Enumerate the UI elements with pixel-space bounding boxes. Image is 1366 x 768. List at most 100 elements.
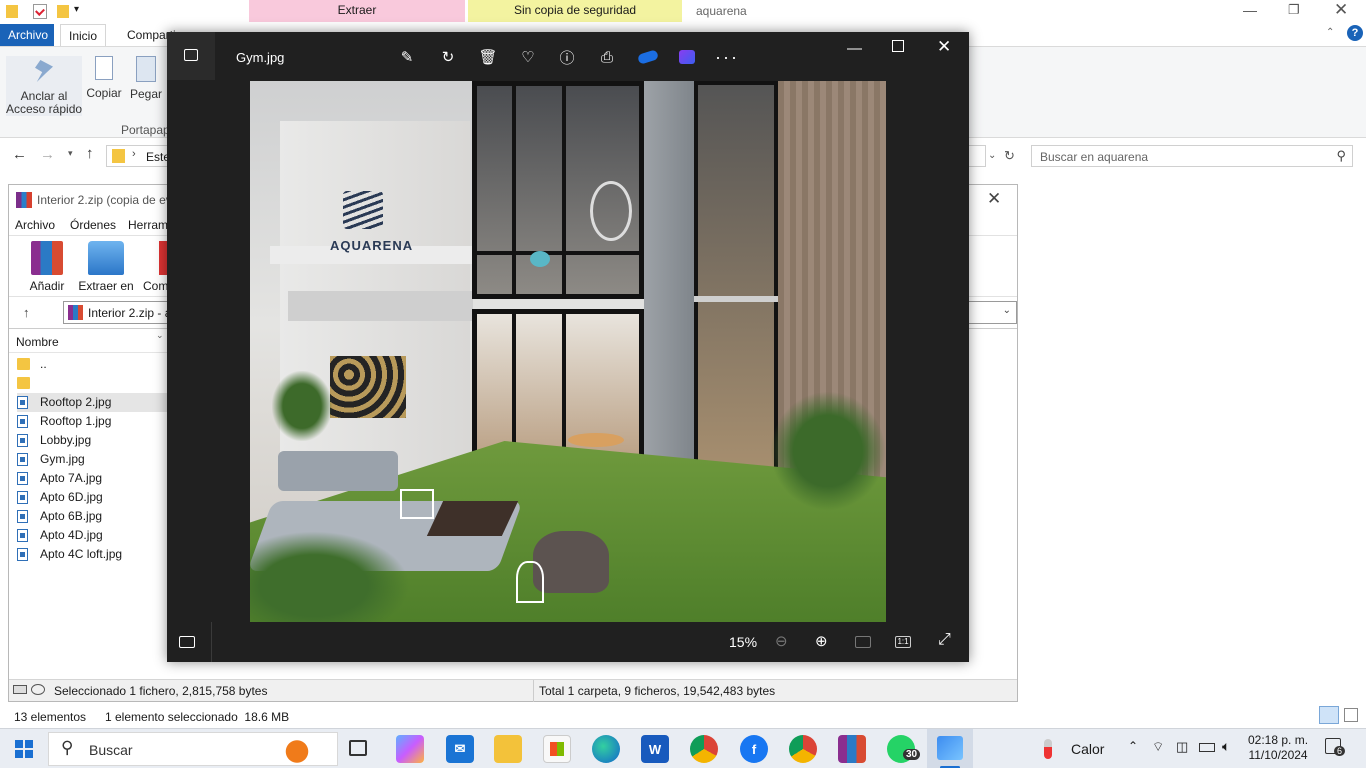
list-item[interactable]: Apto 4C loft.jpg xyxy=(17,545,167,564)
actual-size-icon[interactable]: 1:1 xyxy=(895,636,911,648)
recent-dropdown-icon[interactable]: ▾ xyxy=(68,148,73,159)
close-button[interactable]: ✕ xyxy=(987,189,1001,209)
menu-herramientas[interactable]: Herram xyxy=(128,218,168,232)
fit-to-window-icon[interactable] xyxy=(855,636,871,648)
maximize-button[interactable] xyxy=(892,40,904,52)
list-item[interactable]: Rooftop 2.jpg xyxy=(17,393,167,412)
winrar-title: Interior 2.zip (copia de ev xyxy=(37,193,172,207)
list-item-parent[interactable]: .. xyxy=(17,355,167,374)
winrar-taskbar-icon[interactable] xyxy=(838,735,866,763)
taskbar: ⚲ Buscar ✉ W f 30 Calor ⌃ ⌔ ◫ 🔈︎ 02:18 p… xyxy=(0,728,1366,768)
battery-icon[interactable] xyxy=(1199,743,1215,752)
temperature-icon[interactable] xyxy=(1044,739,1052,759)
edge-icon[interactable] xyxy=(592,735,620,763)
mail-icon[interactable]: ✉ xyxy=(446,735,474,763)
up-one-level-icon[interactable]: ↑ xyxy=(23,305,30,320)
help-icon[interactable]: ? xyxy=(1347,25,1363,41)
clock[interactable]: 02:18 p. m. 11/10/2024 xyxy=(1248,733,1308,763)
search-input[interactable]: Buscar en aquarena ⚲ xyxy=(1031,145,1353,167)
favorite-icon[interactable]: ♡ xyxy=(517,46,539,68)
halloween-pumpkin-icon xyxy=(279,735,315,765)
pin-quick-access-button[interactable]: Anclar al Acceso rápido xyxy=(6,56,82,116)
large-icons-view-icon[interactable] xyxy=(1344,708,1358,722)
print-icon[interactable]: ⎙ xyxy=(596,46,618,68)
tab-inicio[interactable]: Inicio xyxy=(60,24,107,46)
close-button[interactable]: ✕ xyxy=(937,37,951,57)
edit-icon[interactable]: ✎ xyxy=(396,46,418,68)
list-item[interactable]: Lobby.jpg xyxy=(17,431,167,450)
facebook-icon[interactable]: f xyxy=(740,735,768,763)
back-icon[interactable]: ← xyxy=(12,146,27,163)
meet-now-icon[interactable]: ◫ xyxy=(1176,739,1188,755)
folder-icon[interactable] xyxy=(6,5,18,18)
word-icon[interactable]: W xyxy=(641,735,669,763)
list-item[interactable]: Apto 6B.jpg xyxy=(17,507,167,526)
photos-taskbar-active[interactable] xyxy=(927,729,973,768)
properties-icon[interactable] xyxy=(33,4,47,19)
gallery-button[interactable] xyxy=(167,32,215,80)
up-icon[interactable]: ↑ xyxy=(86,145,94,162)
zoom-out-icon[interactable]: ⊖ xyxy=(775,632,788,650)
list-item[interactable]: Apto 4D.jpg xyxy=(17,526,167,545)
volume-icon[interactable]: 🔈︎ xyxy=(1222,738,1230,755)
minimize-button[interactable]: — xyxy=(847,40,862,57)
new-folder-icon[interactable] xyxy=(57,5,69,18)
image-file-icon xyxy=(17,491,28,504)
refresh-icon[interactable]: ↻ xyxy=(1004,148,1015,164)
ctx-tab-backup[interactable]: Sin copia de seguridad xyxy=(468,0,682,22)
fullscreen-icon[interactable]: ⤢ xyxy=(938,631,951,649)
weather-label[interactable]: Calor xyxy=(1071,741,1104,757)
restore-button[interactable]: ❐ xyxy=(1288,2,1300,18)
test-label: Com xyxy=(143,279,169,293)
copy-label: Copiar xyxy=(86,86,122,100)
filmstrip-icon[interactable] xyxy=(179,636,195,648)
copy-button[interactable]: Copiar xyxy=(84,56,124,106)
chrome-profile-az-icon[interactable] xyxy=(690,735,718,763)
show-hidden-icons-icon[interactable]: ⌃ xyxy=(1128,739,1138,753)
network-icon[interactable]: ⌔ xyxy=(1152,739,1164,755)
delete-icon[interactable]: 🗑 xyxy=(477,46,499,68)
menu-archivo[interactable]: Archivo xyxy=(15,218,55,232)
test-button[interactable]: Com xyxy=(143,241,169,293)
onedrive-icon[interactable] xyxy=(636,46,660,68)
task-view-icon[interactable] xyxy=(349,740,367,756)
close-button[interactable]: ✕ xyxy=(1334,0,1348,20)
list-item-folder[interactable] xyxy=(17,374,167,393)
file-name: Gym.jpg xyxy=(40,452,85,466)
ctx-tab-extraer[interactable]: Extraer xyxy=(249,0,465,22)
rotate-icon[interactable]: ↻ xyxy=(437,46,459,68)
column-header-name[interactable]: Nombre ⌄ xyxy=(9,329,169,353)
customize-dropdown-icon[interactable]: ▾ xyxy=(74,4,79,15)
details-view-icon[interactable] xyxy=(1319,706,1339,724)
collapse-ribbon-icon[interactable]: ⌃ xyxy=(1326,27,1334,38)
forward-icon[interactable]: → xyxy=(40,146,55,163)
file-name: Lobby.jpg xyxy=(40,433,92,447)
extract-to-button[interactable]: Extraer en xyxy=(77,241,135,293)
address-dropdown-icon[interactable]: ⌄ xyxy=(988,150,996,161)
start-button[interactable] xyxy=(15,740,33,758)
folder-icon xyxy=(112,149,125,163)
paste-button[interactable]: Pegar xyxy=(128,56,164,106)
notifications-icon[interactable]: 6 xyxy=(1325,738,1346,756)
store-icon[interactable] xyxy=(543,735,571,763)
tab-archivo[interactable]: Archivo xyxy=(0,24,54,46)
zoom-level[interactable]: 15% xyxy=(729,634,757,650)
menu-ordenes[interactable]: Órdenes xyxy=(70,218,116,232)
copilot-icon[interactable] xyxy=(396,735,424,763)
add-button[interactable]: Añadir xyxy=(27,241,67,293)
minimize-button[interactable]: — xyxy=(1243,2,1257,18)
more-options-icon[interactable]: ··· xyxy=(715,46,738,68)
search-placeholder: Buscar en aquarena xyxy=(1040,150,1149,164)
taskbar-search[interactable]: ⚲ Buscar xyxy=(48,732,338,766)
info-icon[interactable]: ⓘ xyxy=(556,46,578,68)
whatsapp-icon[interactable]: 30 xyxy=(887,735,921,763)
clipchamp-icon[interactable] xyxy=(676,46,698,68)
list-item[interactable]: Apto 6D.jpg xyxy=(17,488,167,507)
zoom-in-icon[interactable]: ⊕ xyxy=(815,632,828,650)
list-item[interactable]: Rooftop 1.jpg xyxy=(17,412,167,431)
winrar-logo-icon xyxy=(16,192,32,208)
list-item[interactable]: Apto 7A.jpg xyxy=(17,469,167,488)
file-explorer-icon[interactable] xyxy=(494,735,522,763)
chrome-profile-t-icon[interactable] xyxy=(789,735,817,763)
list-item[interactable]: Gym.jpg xyxy=(17,450,167,469)
